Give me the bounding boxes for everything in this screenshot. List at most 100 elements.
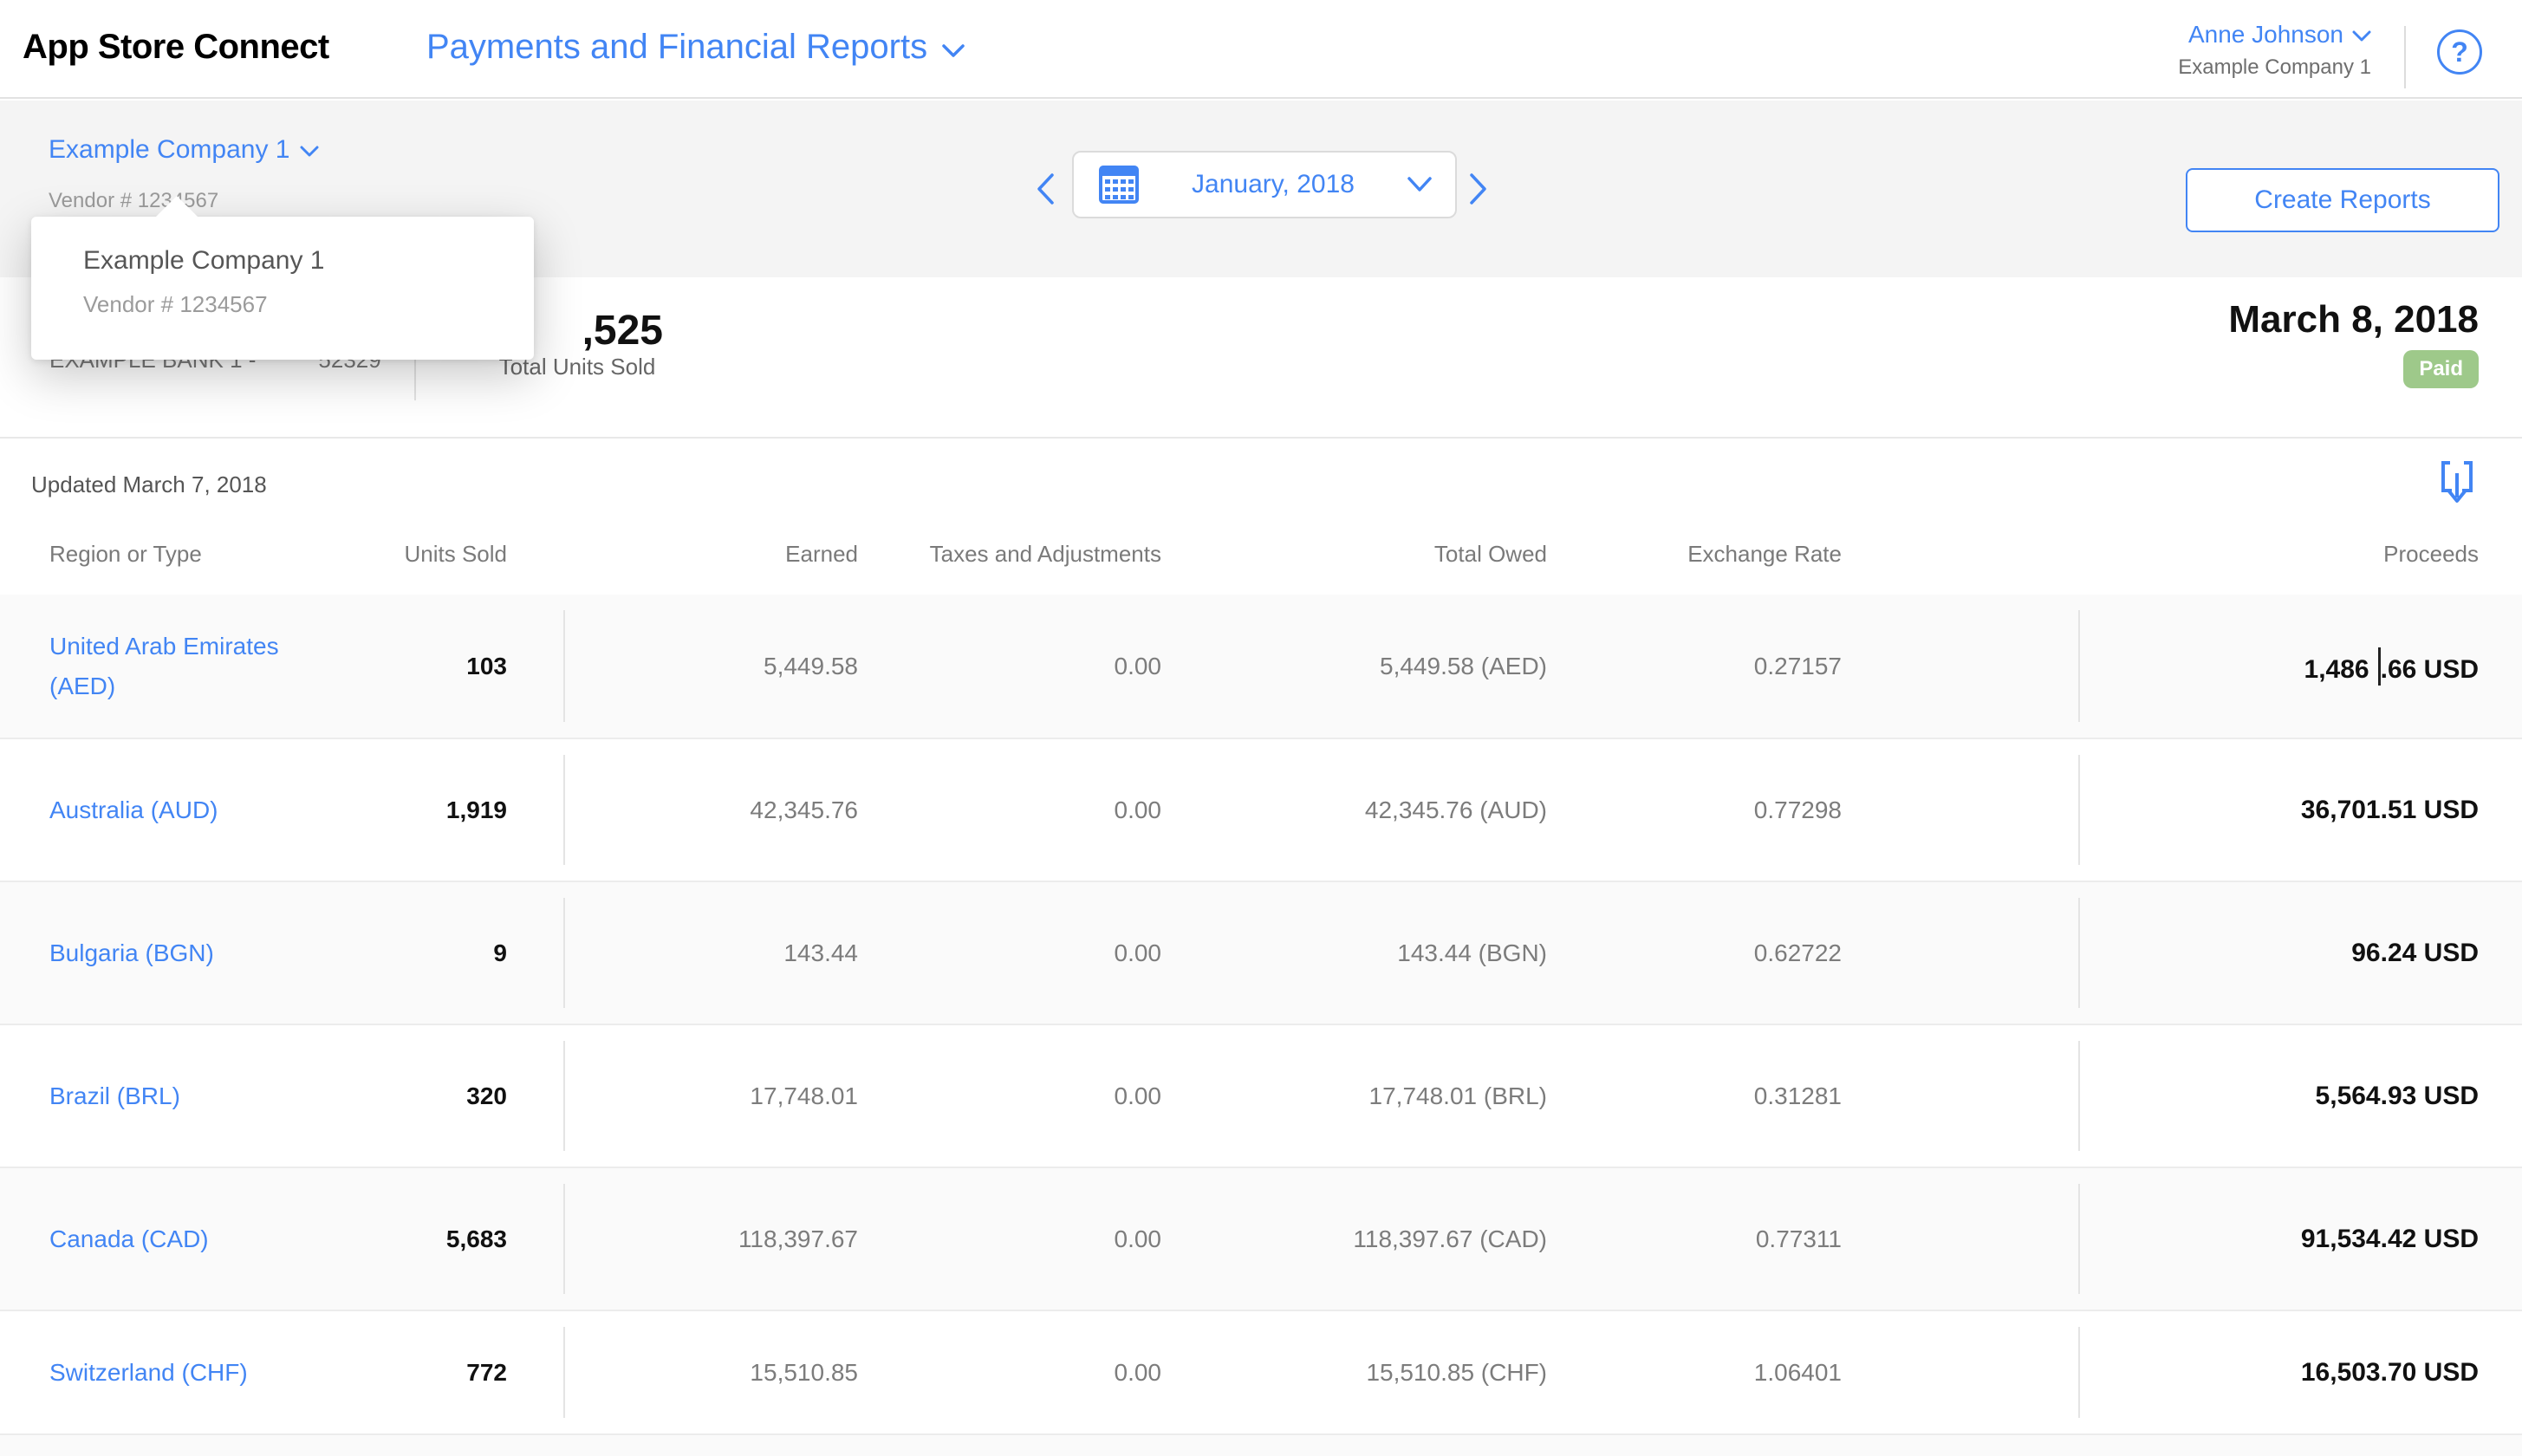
column-divider — [2078, 1327, 2080, 1418]
units-sold-value: 9 — [493, 939, 507, 966]
period-selector[interactable]: January, 2018 — [1072, 151, 1457, 218]
download-icon — [2441, 461, 2473, 503]
table-row: Brazil (BRL) 320 17,748.01 0.00 17,748.01 (B… — [0, 1024, 2522, 1167]
updated-date-label: Updated March 7, 2018 — [31, 471, 267, 497]
column-header-taxes: Taxes and Adjustments — [929, 540, 1161, 567]
total-owed-value: 143.44 (BGN) — [1397, 939, 1547, 966]
column-divider — [2078, 610, 2080, 722]
region-cell: Switzerland (CHF) — [49, 1353, 309, 1393]
question-mark-icon: ? — [2451, 36, 2468, 68]
chevron-down-icon — [2352, 30, 2371, 42]
taxes-value: 0.00 — [1114, 1225, 1162, 1252]
previous-period-button[interactable] — [1028, 165, 1063, 213]
units-sold-value: 772 — [466, 1358, 507, 1386]
earned-value: 15,510.85 — [750, 1358, 858, 1386]
column-divider — [563, 898, 565, 1008]
region-link[interactable]: Switzerland (CHF) — [49, 1353, 248, 1393]
column-divider — [2078, 898, 2080, 1008]
region-cell: Australia (AUD) — [49, 790, 309, 830]
company-dropdown: Example Company 1 Vendor # 1234567 — [31, 196, 534, 360]
help-button[interactable]: ? — [2437, 29, 2482, 75]
column-header-units-sold: Units Sold — [404, 540, 508, 567]
exchange-rate-value: 1.06401 — [1753, 1358, 1842, 1386]
earned-value: 143.44 — [783, 939, 858, 966]
region-cell: Bulgaria (BGN) — [49, 933, 309, 973]
chevron-left-icon — [1037, 173, 1054, 205]
column-divider — [563, 610, 565, 722]
user-block: Anne Johnson Example Company 1 — [2178, 21, 2371, 80]
status-badge: Paid — [2403, 350, 2479, 388]
top-bar: App Store Connect Payments and Financial… — [0, 0, 2522, 99]
column-header-exchange-rate: Exchange Rate — [1687, 540, 1842, 567]
column-header-proceeds: Proceeds — [2383, 540, 2479, 567]
column-header-earned: Earned — [785, 540, 858, 567]
earned-value: 42,345.76 — [750, 796, 858, 823]
column-divider — [563, 1184, 565, 1294]
exchange-rate-value: 0.31281 — [1753, 1082, 1842, 1109]
table-row: Canada (CAD) 5,683 118,397.67 0.00 118,397.6… — [0, 1167, 2522, 1310]
proceeds-value: 1,486.66 USD — [1842, 647, 2479, 686]
units-sold-value: 1,919 — [445, 796, 507, 823]
proceeds-value: 5,564.93 USD — [2315, 1081, 2479, 1110]
column-header-total-owed: Total Owed — [1433, 540, 1547, 567]
total-owed-value: 42,345.76 (AUD) — [1364, 796, 1547, 823]
region-link[interactable]: United Arab Emirates (AED) — [49, 627, 309, 706]
payment-date: March 8, 2018 — [2228, 298, 2479, 341]
user-name-label: Anne Johnson — [2187, 21, 2343, 48]
section-title-dropdown[interactable]: Payments and Financial Reports — [426, 28, 965, 67]
table-row: United Arab Emirates (AED) 103 5,449.58 0.0… — [0, 595, 2522, 738]
company-dropdown-title: Example Company 1 — [83, 246, 325, 275]
exchange-rate-value: 0.77298 — [1753, 796, 1842, 823]
column-divider — [563, 755, 565, 865]
units-sold-value: 320 — [466, 1082, 507, 1109]
chevron-right-icon — [1470, 173, 1486, 205]
period-label: January, 2018 — [1192, 170, 1355, 198]
column-divider — [563, 1327, 565, 1418]
region-link[interactable]: Canada (CAD) — [49, 1219, 209, 1259]
column-header-region: Region or Type — [49, 540, 202, 567]
total-owed-value: 118,397.67 (CAD) — [1353, 1225, 1547, 1252]
table-body: United Arab Emirates (AED) 103 5,449.58 0.0… — [0, 595, 2522, 1433]
table-row: Australia (AUD) 1,919 42,345.76 0.00 42,345.… — [0, 738, 2522, 881]
create-reports-label: Create Reports — [2254, 185, 2431, 214]
next-period-button[interactable] — [1461, 165, 1496, 213]
column-divider — [2078, 1184, 2080, 1294]
chevron-down-icon — [300, 146, 319, 157]
user-company-label: Example Company 1 — [2178, 55, 2371, 79]
earned-value: 118,397.67 — [738, 1225, 858, 1252]
create-reports-button[interactable]: Create Reports — [2186, 168, 2499, 232]
table-header: Region or Type Units Sold Earned Taxes a… — [0, 532, 2522, 575]
earned-value: 5,449.58 — [764, 652, 858, 679]
taxes-value: 0.00 — [1114, 652, 1162, 679]
region-cell: United Arab Emirates (AED) — [49, 627, 309, 706]
region-link[interactable]: Bulgaria (BGN) — [49, 933, 214, 973]
next-row-partial — [0, 1433, 2522, 1456]
region-link[interactable]: Australia (AUD) — [49, 790, 218, 830]
units-sold-value: 103 — [466, 652, 507, 679]
column-divider — [2078, 755, 2080, 865]
company-dropdown-item[interactable]: Example Company 1 Vendor # 1234567 — [31, 217, 534, 318]
table-row: Switzerland (CHF) 772 15,510.85 0.00 15,510.… — [0, 1310, 2522, 1433]
company-selector[interactable]: Example Company 1 — [49, 135, 319, 165]
taxes-value: 0.00 — [1114, 1082, 1162, 1109]
region-link[interactable]: Brazil (BRL) — [49, 1076, 180, 1116]
proceeds-value: 36,701.51 USD — [2300, 795, 2479, 824]
download-report-button[interactable] — [2437, 459, 2477, 512]
section-title-label: Payments and Financial Reports — [426, 28, 928, 66]
total-owed-value: 17,748.01 (BRL) — [1368, 1082, 1547, 1109]
chevron-down-icon — [1407, 177, 1432, 192]
proceeds-value: 16,503.70 USD — [2300, 1357, 2479, 1387]
proceeds-value: 91,534.42 USD — [2300, 1224, 2479, 1253]
company-selector-label: Example Company 1 — [49, 135, 290, 164]
taxes-value: 0.00 — [1114, 796, 1162, 823]
column-divider — [563, 1041, 565, 1151]
total-owed-value: 5,449.58 (AED) — [1380, 652, 1547, 679]
user-menu[interactable]: Anne Johnson — [2178, 21, 2371, 49]
exchange-rate-value: 0.62722 — [1753, 939, 1842, 966]
column-divider — [2078, 1041, 2080, 1151]
calendar-icon — [1099, 166, 1139, 204]
exchange-rate-value: 0.77311 — [1755, 1225, 1842, 1252]
exchange-rate-value: 0.27157 — [1753, 652, 1842, 679]
taxes-value: 0.00 — [1114, 939, 1162, 966]
app-title: App Store Connect — [23, 28, 329, 66]
